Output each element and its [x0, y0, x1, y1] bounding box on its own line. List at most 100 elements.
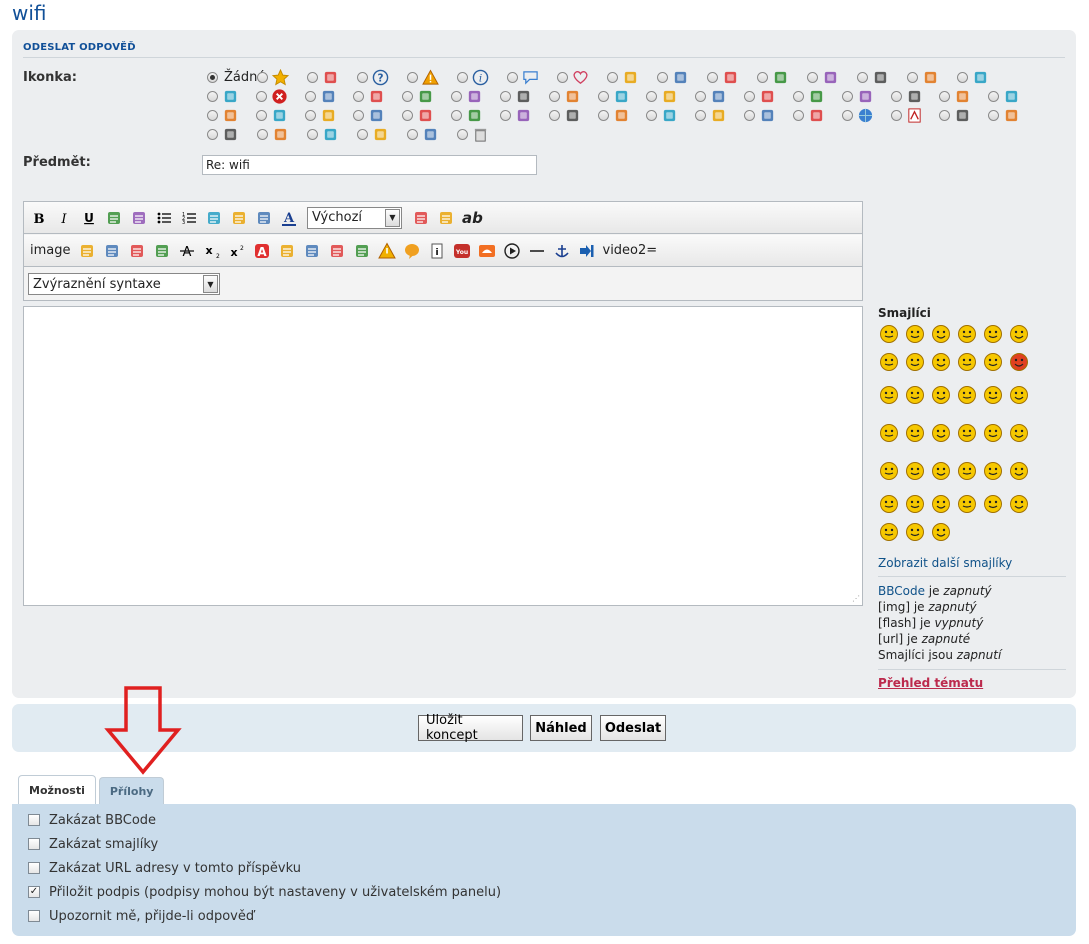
icon-radio[interactable] [548, 110, 560, 121]
icon-option[interactable] [255, 106, 305, 125]
smiley-icon[interactable] [930, 493, 952, 515]
smiley-icon[interactable] [930, 323, 952, 345]
icon-option[interactable] [557, 68, 607, 87]
icon-option[interactable] [207, 87, 256, 106]
icon-option[interactable] [507, 68, 557, 87]
icon-radio[interactable] [792, 110, 804, 121]
arrow-button[interactable] [576, 240, 598, 262]
icon-option[interactable] [792, 87, 842, 106]
icon-radio[interactable] [841, 110, 853, 121]
icon-radio[interactable] [402, 110, 414, 121]
icon-option[interactable] [695, 106, 744, 125]
icon-radio[interactable] [607, 72, 618, 83]
icon-option[interactable] [841, 106, 891, 125]
icon-option[interactable] [207, 125, 257, 144]
icon-option[interactable] [255, 87, 305, 106]
disable-urls-checkbox[interactable] [28, 862, 40, 874]
icon-option[interactable] [657, 68, 707, 87]
anchor-button[interactable] [551, 240, 573, 262]
icon-radio[interactable] [557, 72, 568, 83]
ordered-list-button[interactable]: 123 [178, 207, 200, 229]
image-button[interactable]: image [28, 240, 73, 262]
smiley-icon[interactable] [930, 384, 952, 406]
smiley-icon[interactable] [982, 351, 1004, 373]
hr-button[interactable] [526, 240, 548, 262]
icon-option[interactable] [304, 87, 354, 106]
icon-radio[interactable] [907, 72, 918, 83]
icon-radio[interactable] [402, 91, 414, 102]
icon-option[interactable] [744, 106, 793, 125]
submit-button[interactable]: Odeslat [600, 715, 666, 741]
icon-option[interactable] [407, 68, 457, 87]
icon-option[interactable] [939, 87, 988, 106]
smiley-icon[interactable] [956, 460, 978, 482]
subject-input[interactable] [202, 155, 537, 175]
spellcheck-button[interactable]: ab [460, 207, 485, 229]
icon-option[interactable] [457, 125, 507, 144]
icon-option[interactable] [402, 87, 451, 106]
copy-button[interactable] [410, 207, 432, 229]
smiley-icon[interactable] [982, 493, 1004, 515]
align-center-button[interactable] [101, 240, 123, 262]
icon-radio[interactable] [257, 129, 268, 140]
list-item-button[interactable] [203, 207, 225, 229]
icon-option[interactable] [597, 87, 647, 106]
icon-radio[interactable] [307, 72, 318, 83]
icon-radio[interactable] [451, 110, 463, 121]
smiley-icon[interactable] [982, 323, 1004, 345]
icon-option[interactable] [207, 106, 256, 125]
icon-radio[interactable] [707, 72, 718, 83]
icon-radio[interactable] [353, 110, 365, 121]
smiley-icon[interactable] [982, 384, 1004, 406]
smiley-icon[interactable] [878, 384, 900, 406]
resize-grip-icon[interactable]: ⋰ [852, 594, 860, 603]
acronym-button[interactable]: A [251, 240, 273, 262]
icon-option[interactable] [988, 87, 1037, 106]
icon-radio[interactable] [890, 110, 902, 121]
smiley-icon[interactable] [930, 521, 952, 543]
icon-radio[interactable] [548, 91, 560, 102]
tab-options[interactable]: Možnosti [18, 775, 96, 805]
smiley-icon[interactable] [1008, 460, 1030, 482]
icon-radio[interactable] [744, 110, 756, 121]
italic-button[interactable]: I [53, 207, 75, 229]
icon-option[interactable] [499, 106, 549, 125]
icon-radio[interactable] [807, 72, 818, 83]
icon-option[interactable] [548, 87, 598, 106]
icon-option[interactable] [907, 68, 957, 87]
code-button[interactable] [128, 207, 150, 229]
icon-option[interactable] [307, 68, 357, 87]
icon-radio[interactable] [457, 72, 468, 83]
icon-radio[interactable] [857, 72, 868, 83]
smiley-icon[interactable] [956, 422, 978, 444]
disable-bbcode-checkbox[interactable] [28, 814, 40, 826]
topic-review-link[interactable]: Přehled tématu [878, 676, 983, 690]
smiley-icon[interactable] [956, 323, 978, 345]
icon-radio[interactable] [988, 91, 1000, 102]
icon-radio[interactable] [695, 110, 707, 121]
icon-radio[interactable] [507, 72, 518, 83]
smiley-icon[interactable] [878, 351, 900, 373]
icon-option[interactable] [357, 125, 407, 144]
bold-button[interactable]: B [28, 207, 50, 229]
strike-button[interactable]: A [176, 240, 198, 262]
option-attach-signature[interactable]: ✓ Přiložit podpis (podpisy mohou být nas… [28, 883, 501, 901]
icon-radio[interactable] [304, 91, 316, 102]
icon-option[interactable] [499, 87, 549, 106]
smiley-icon[interactable] [904, 521, 926, 543]
preview-button[interactable]: Náhled [530, 715, 592, 741]
icon-radio[interactable] [792, 91, 804, 102]
icon-radio[interactable] [499, 110, 511, 121]
icon-radio[interactable] [407, 129, 418, 140]
direction-button[interactable] [351, 240, 373, 262]
save-draft-button[interactable]: Uložit koncept [418, 713, 523, 743]
smiley-icon[interactable] [878, 460, 900, 482]
icon-option[interactable] [744, 87, 793, 106]
notify-reply-checkbox[interactable] [28, 910, 40, 922]
warning-button[interactable] [376, 240, 398, 262]
icon-radio[interactable] [304, 110, 316, 121]
icon-radio[interactable] [357, 129, 368, 140]
icon-option[interactable] [257, 125, 307, 144]
icon-radio[interactable] [757, 72, 768, 83]
icon-radio[interactable] [657, 72, 668, 83]
